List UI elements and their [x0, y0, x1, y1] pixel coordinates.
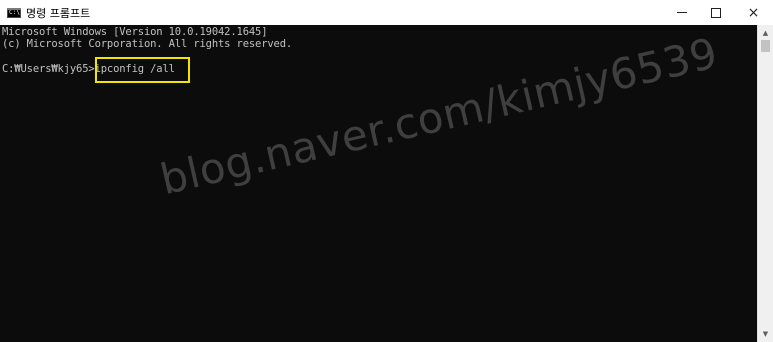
maximize-button[interactable] [699, 0, 733, 25]
cmd-icon: C:\ [7, 8, 21, 18]
console-line-version: Microsoft Windows [Version 10.0.19042.16… [2, 26, 268, 38]
scroll-up-icon[interactable]: ▲ [758, 27, 773, 39]
scroll-down-icon[interactable]: ▼ [758, 328, 773, 340]
cmd-icon-glyph: C:\ [9, 9, 20, 16]
vertical-scrollbar[interactable]: ▲ ▼ [757, 25, 773, 342]
console-output[interactable]: Microsoft Windows [Version 10.0.19042.16… [0, 25, 757, 342]
console-line-copyright: (c) Microsoft Corporation. All rights re… [2, 38, 293, 50]
maximize-icon [711, 7, 721, 18]
minimize-button[interactable] [665, 0, 699, 25]
window-title: 명령 프롬프트 [26, 7, 91, 20]
command-highlight-box [95, 57, 190, 83]
close-icon: × [747, 4, 760, 21]
scroll-thumb[interactable] [761, 40, 770, 52]
watermark-text: blog.naver.com/kimjy6539 [155, 28, 723, 205]
minimize-icon [677, 12, 687, 13]
command-prompt-window: C:\ 명령 프롬프트 × Microsoft Windows [Version… [0, 0, 773, 342]
close-button[interactable]: × [734, 0, 773, 25]
title-bar[interactable]: C:\ 명령 프롬프트 × [0, 0, 773, 26]
